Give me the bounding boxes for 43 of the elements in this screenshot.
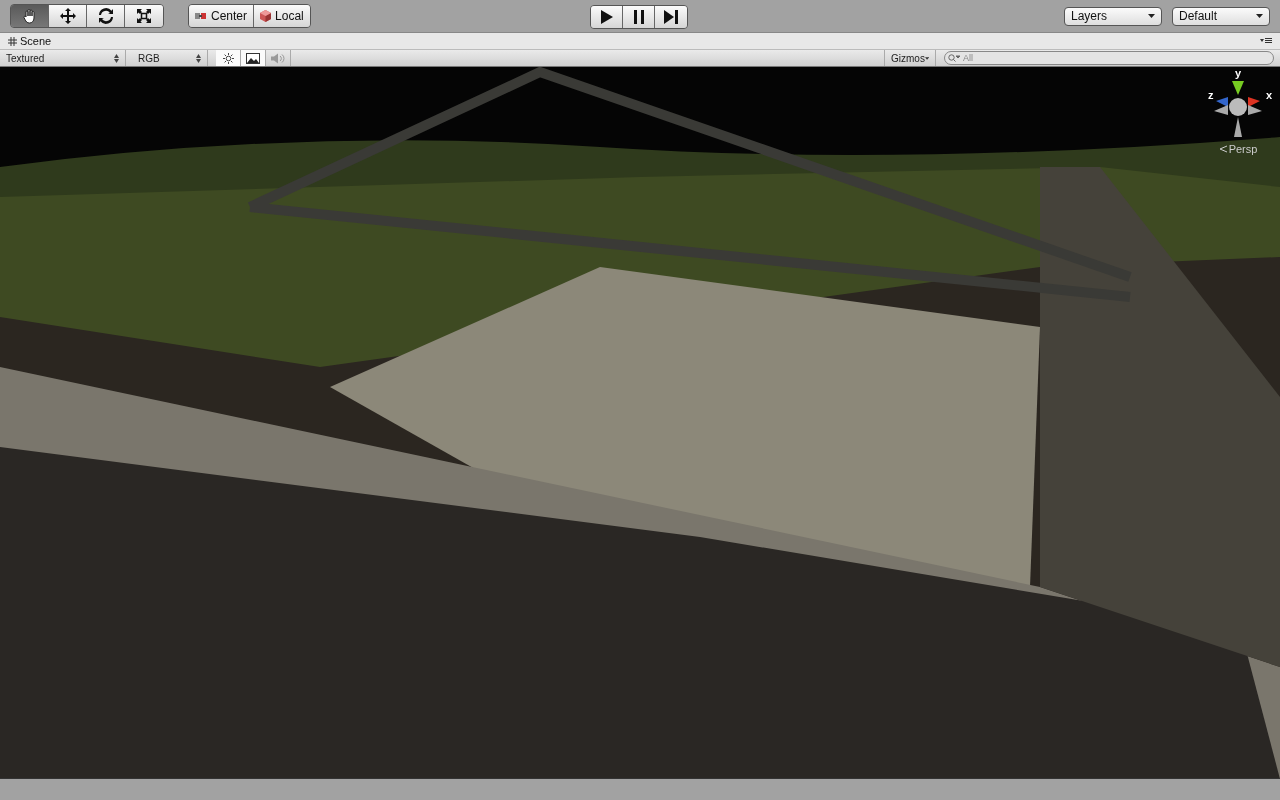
gizmos-dropdown[interactable]: Gizmos [884, 50, 936, 66]
cube-icon [260, 10, 272, 22]
grid-icon [8, 36, 17, 46]
caret-icon [924, 56, 929, 60]
stepper-arrows-icon [114, 53, 119, 63]
pivot-center-icon [195, 12, 207, 20]
speaker-icon [271, 52, 285, 64]
projection-label[interactable]: Persp [1228, 143, 1258, 155]
tool-button[interactable] [49, 5, 87, 27]
play-icon [600, 10, 613, 24]
channel-dropdown[interactable]: RGB [132, 50, 208, 66]
chevron-icon [1218, 145, 1227, 153]
pivot-button[interactable]: Local [254, 5, 310, 27]
scale-icon [136, 8, 152, 24]
rotate-icon [97, 8, 114, 24]
playback-button[interactable] [655, 6, 687, 28]
pause-icon [633, 10, 644, 24]
search-icon [948, 54, 960, 62]
caret-icon [1256, 14, 1263, 18]
z-axis-label: z [1208, 89, 1214, 101]
playback-button[interactable] [623, 6, 655, 28]
tool-button[interactable] [125, 5, 163, 27]
image-icon [246, 52, 260, 64]
toggle-button[interactable] [216, 50, 241, 66]
stepper-arrows-icon [196, 53, 201, 63]
pivot-button[interactable]: Center [189, 5, 255, 27]
menu-icon[interactable] [1260, 38, 1272, 44]
sun-icon [222, 52, 234, 64]
tab-title[interactable]: Scene [20, 35, 52, 47]
step-icon [664, 10, 678, 24]
toggle-button[interactable] [241, 50, 266, 66]
tool-button[interactable] [11, 5, 49, 27]
render-mode-dropdown[interactable]: Textured [0, 50, 126, 66]
dropdown[interactable]: Default [1172, 6, 1270, 26]
y-axis-label: y [1235, 67, 1242, 79]
dropdown[interactable]: Layers [1064, 6, 1162, 26]
move-arrows-icon [59, 8, 76, 24]
search-field[interactable]: All [944, 51, 1274, 65]
caret-icon [1148, 14, 1155, 18]
playback-button[interactable] [591, 6, 623, 28]
x-axis-label: x [1265, 89, 1272, 101]
hand-icon [21, 8, 38, 24]
tool-button[interactable] [87, 5, 125, 27]
